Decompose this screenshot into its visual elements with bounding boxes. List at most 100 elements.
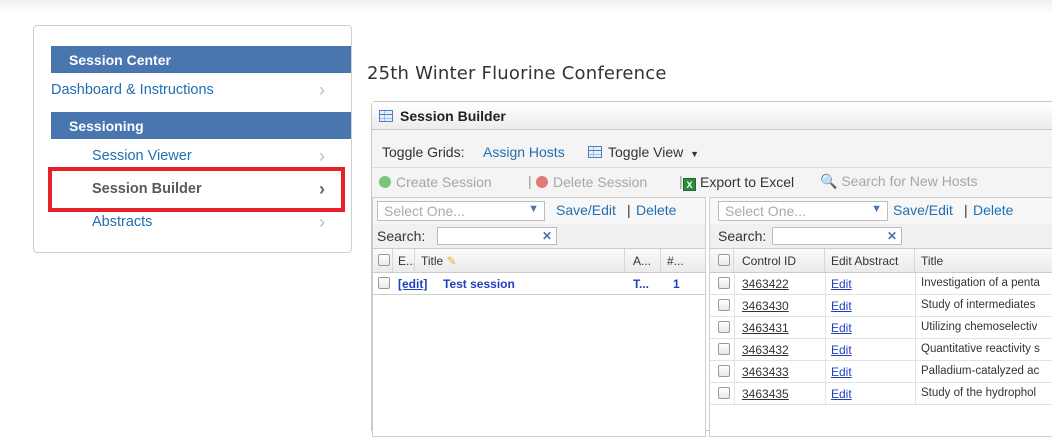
- caret-down-icon: ▼: [690, 149, 700, 159]
- table-row[interactable]: 3463435 Edit Study of the hydrophol: [710, 383, 1052, 405]
- row-checkbox[interactable]: [718, 365, 730, 377]
- table-row[interactable]: [edit] Test session T... 1: [373, 273, 705, 295]
- table-row[interactable]: 3463431 Edit Utilizing chemoselectiv: [710, 317, 1052, 339]
- select-bar: Select One... ▼ Save/Edit | Delete: [710, 198, 1052, 224]
- control-id-link[interactable]: 3463433: [742, 365, 789, 379]
- chevron-down-icon: ▼: [871, 203, 882, 215]
- column-divider: [915, 339, 916, 361]
- sidebar-item-label: Dashboard & Instructions: [51, 82, 214, 98]
- abstract-title: Study of intermediates: [921, 299, 1036, 311]
- create-session-label: Create Session: [396, 174, 492, 190]
- edit-abstract-link[interactable]: Edit: [831, 321, 852, 335]
- row-checkbox[interactable]: [718, 343, 730, 355]
- column-divider: [734, 383, 735, 405]
- session-select[interactable]: Select One... ▼: [377, 201, 545, 221]
- control-id-link[interactable]: 3463435: [742, 387, 789, 401]
- chevron-right-icon: ›: [319, 80, 325, 100]
- column-header-a[interactable]: A...: [625, 249, 661, 272]
- save-edit-link[interactable]: Save/Edit: [556, 202, 616, 218]
- panel-header: Session Builder: [372, 102, 1052, 130]
- sidebar-item-label: Abstracts: [92, 214, 153, 230]
- separator: |: [964, 202, 968, 218]
- column-header-label: Title: [421, 254, 444, 268]
- row-checkbox[interactable]: [378, 277, 390, 289]
- sidebar: Session Center Dashboard & Instructions …: [33, 25, 352, 253]
- edit-abstract-link[interactable]: Edit: [831, 277, 852, 291]
- column-divider: [825, 295, 826, 317]
- edit-link[interactable]: [edit]: [398, 277, 427, 291]
- table-row[interactable]: 3463422 Edit Investigation of a penta: [710, 273, 1052, 295]
- abstract-select[interactable]: Select One... ▼: [718, 201, 888, 221]
- row-checkbox[interactable]: [718, 387, 730, 399]
- column-divider: [915, 383, 916, 405]
- save-edit-link[interactable]: Save/Edit: [893, 202, 953, 218]
- session-title: Test session: [443, 277, 515, 291]
- sidebar-section-session-center: Session Center: [51, 46, 351, 73]
- column-header-edit[interactable]: E...: [393, 249, 415, 272]
- edit-abstract-link[interactable]: Edit: [831, 299, 852, 313]
- column-divider: [734, 273, 735, 295]
- delete-link[interactable]: Delete: [636, 202, 676, 218]
- control-id-link[interactable]: 3463422: [742, 277, 789, 291]
- delete-link[interactable]: Delete: [973, 202, 1013, 218]
- select-all-column: [373, 249, 393, 272]
- panel-title: Session Builder: [400, 108, 506, 124]
- search-label: Search:: [718, 228, 767, 244]
- search-icon: 🔍: [820, 173, 838, 189]
- column-divider: [734, 339, 735, 361]
- search-hosts-button[interactable]: 🔍 Search for New Hosts: [820, 173, 978, 190]
- control-id-link[interactable]: 3463431: [742, 321, 789, 335]
- table-header: E... Title ✎ A... #...: [373, 248, 705, 273]
- column-header-title[interactable]: Title ✎: [415, 249, 625, 272]
- export-excel-button[interactable]: X Export to Excel: [683, 174, 794, 191]
- highlight-box: [48, 167, 345, 212]
- select-all-checkbox[interactable]: [378, 254, 390, 266]
- sidebar-item-dashboard[interactable]: Dashboard & Instructions ›: [51, 76, 351, 106]
- column-header-control-id[interactable]: Control ID: [734, 249, 825, 272]
- abstracts-grid: Select One... ▼ Save/Edit | Delete Searc…: [709, 197, 1052, 437]
- column-divider: [825, 317, 826, 339]
- select-all-checkbox[interactable]: [718, 254, 730, 266]
- search-input[interactable]: ✕: [772, 227, 902, 245]
- toggle-view-label: Toggle View: [608, 144, 684, 160]
- sidebar-item-abstracts[interactable]: Abstracts ›: [51, 208, 351, 238]
- export-excel-label: Export to Excel: [700, 174, 795, 190]
- chevron-right-icon: ›: [319, 212, 325, 232]
- create-session-button[interactable]: Create Session: [379, 174, 492, 190]
- row-checkbox[interactable]: [718, 299, 730, 311]
- row-checkbox[interactable]: [718, 321, 730, 333]
- clear-icon[interactable]: ✕: [887, 229, 897, 243]
- table-row[interactable]: 3463430 Edit Study of intermediates: [710, 295, 1052, 317]
- edit-abstract-link[interactable]: Edit: [831, 343, 852, 357]
- sessions-grid: Select One... ▼ Save/Edit | Delete Searc…: [372, 197, 706, 437]
- minus-circle-icon: [536, 176, 548, 188]
- sidebar-section-sessioning: Sessioning: [51, 112, 351, 139]
- column-divider: [825, 339, 826, 361]
- control-id-link[interactable]: 3463430: [742, 299, 789, 313]
- column-divider: [915, 295, 916, 317]
- toggle-grids-label: Toggle Grids:: [382, 144, 465, 160]
- select-all-column: [710, 249, 734, 272]
- sidebar-item-label: Session Viewer: [92, 148, 192, 164]
- assign-hosts-link[interactable]: Assign Hosts: [483, 144, 565, 160]
- table-row[interactable]: 3463433 Edit Palladium-catalyzed ac: [710, 361, 1052, 383]
- table-row[interactable]: 3463432 Edit Quantitative reactivity s: [710, 339, 1052, 361]
- delete-session-button[interactable]: Delete Session: [536, 174, 647, 190]
- column-header-edit-abstract[interactable]: Edit Abstract: [825, 249, 915, 272]
- search-input[interactable]: ✕: [437, 227, 557, 245]
- toggle-view-button[interactable]: Toggle View ▼: [608, 144, 699, 160]
- column-header-title[interactable]: Title: [915, 249, 1052, 272]
- column-divider: [825, 361, 826, 383]
- chevron-down-icon: ▼: [528, 203, 539, 215]
- edit-abstract-link[interactable]: Edit: [831, 387, 852, 401]
- table-header: Control ID Edit Abstract Title: [710, 248, 1052, 273]
- column-header-count[interactable]: #...: [661, 249, 707, 272]
- select-bar: Select One... ▼ Save/Edit | Delete: [373, 198, 705, 224]
- clear-icon[interactable]: ✕: [542, 229, 552, 243]
- edit-abstract-link[interactable]: Edit: [831, 365, 852, 379]
- control-id-link[interactable]: 3463432: [742, 343, 789, 357]
- column-divider: [734, 361, 735, 383]
- row-checkbox[interactable]: [718, 277, 730, 289]
- chevron-right-icon: ›: [319, 146, 325, 166]
- session-count: 1: [673, 277, 680, 291]
